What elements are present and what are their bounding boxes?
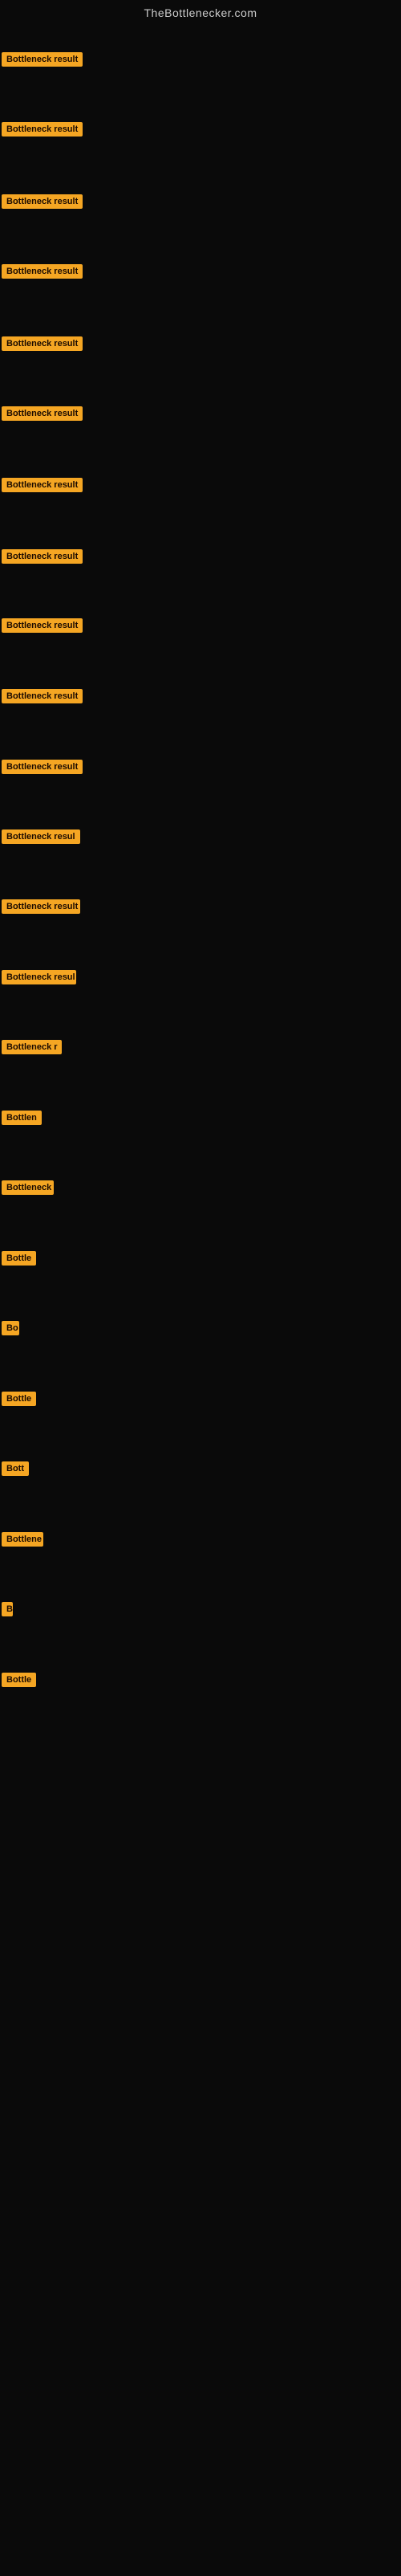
bottleneck-result-row: Bott bbox=[2, 1461, 29, 1480]
bottleneck-badge[interactable]: Bottleneck result bbox=[2, 689, 83, 703]
bottleneck-result-row: Bottlen bbox=[2, 1111, 42, 1129]
site-title: TheBottlenecker.com bbox=[0, 0, 401, 22]
bottleneck-badge[interactable]: Bottleneck result bbox=[2, 194, 83, 209]
bottleneck-result-row: Bottle bbox=[2, 1392, 36, 1410]
bottleneck-result-row: Bottleneck result bbox=[2, 406, 83, 425]
bottleneck-result-row: Bottleneck result bbox=[2, 264, 83, 283]
bottleneck-result-row: Bottleneck resul bbox=[2, 829, 80, 848]
bottleneck-result-row: Bottleneck result bbox=[2, 899, 80, 918]
bottleneck-badge[interactable]: Bottleneck resul bbox=[2, 970, 76, 984]
bottleneck-result-row: Bo bbox=[2, 1321, 19, 1339]
bottleneck-badge[interactable]: Bottleneck result bbox=[2, 478, 83, 492]
bottleneck-badge[interactable]: Bottleneck result bbox=[2, 264, 83, 279]
bottleneck-badge[interactable]: Bottlene bbox=[2, 1532, 43, 1547]
bottleneck-result-row: Bottleneck result bbox=[2, 689, 83, 707]
bottleneck-badge[interactable]: Bottlen bbox=[2, 1111, 42, 1125]
bottleneck-badge[interactable]: Bottle bbox=[2, 1251, 36, 1266]
bottleneck-result-row: Bottleneck bbox=[2, 1180, 54, 1199]
bottleneck-result-row: Bottlene bbox=[2, 1532, 43, 1551]
bottleneck-badge[interactable]: Bottleneck result bbox=[2, 618, 83, 633]
bottleneck-badge[interactable]: Bottleneck r bbox=[2, 1040, 62, 1054]
bottleneck-badge[interactable]: B bbox=[2, 1602, 13, 1616]
bottleneck-badge[interactable]: Bottleneck result bbox=[2, 52, 83, 67]
bottleneck-badge[interactable]: Bottleneck result bbox=[2, 899, 80, 914]
bottleneck-badge[interactable]: Bottleneck result bbox=[2, 549, 83, 564]
bottleneck-badge[interactable]: Bottleneck result bbox=[2, 760, 83, 774]
bottleneck-badge[interactable]: Bottle bbox=[2, 1392, 36, 1406]
bottleneck-result-row: Bottleneck resul bbox=[2, 970, 76, 988]
bottleneck-result-row: Bottleneck result bbox=[2, 760, 83, 778]
bottleneck-result-row: B bbox=[2, 1602, 13, 1620]
bottleneck-result-row: Bottleneck result bbox=[2, 618, 83, 637]
bottleneck-badge[interactable]: Bottleneck result bbox=[2, 336, 83, 351]
bottleneck-result-row: Bottle bbox=[2, 1673, 36, 1691]
bottleneck-result-row: Bottleneck r bbox=[2, 1040, 62, 1058]
bottleneck-result-row: Bottleneck result bbox=[2, 122, 83, 141]
bottleneck-badge[interactable]: Bott bbox=[2, 1461, 29, 1476]
bottleneck-result-row: Bottle bbox=[2, 1251, 36, 1270]
bottleneck-badge[interactable]: Bottle bbox=[2, 1673, 36, 1687]
bottleneck-badge[interactable]: Bottleneck result bbox=[2, 122, 83, 137]
bottleneck-result-row: Bottleneck result bbox=[2, 549, 83, 568]
bottleneck-result-row: Bottleneck result bbox=[2, 336, 83, 355]
bottleneck-badge[interactable]: Bottleneck bbox=[2, 1180, 54, 1195]
bottleneck-badge[interactable]: Bottleneck resul bbox=[2, 829, 80, 844]
bottleneck-badge[interactable]: Bottleneck result bbox=[2, 406, 83, 421]
bottleneck-result-row: Bottleneck result bbox=[2, 52, 83, 71]
bottleneck-badge[interactable]: Bo bbox=[2, 1321, 19, 1335]
bottleneck-result-row: Bottleneck result bbox=[2, 194, 83, 213]
bottleneck-result-row: Bottleneck result bbox=[2, 478, 83, 496]
